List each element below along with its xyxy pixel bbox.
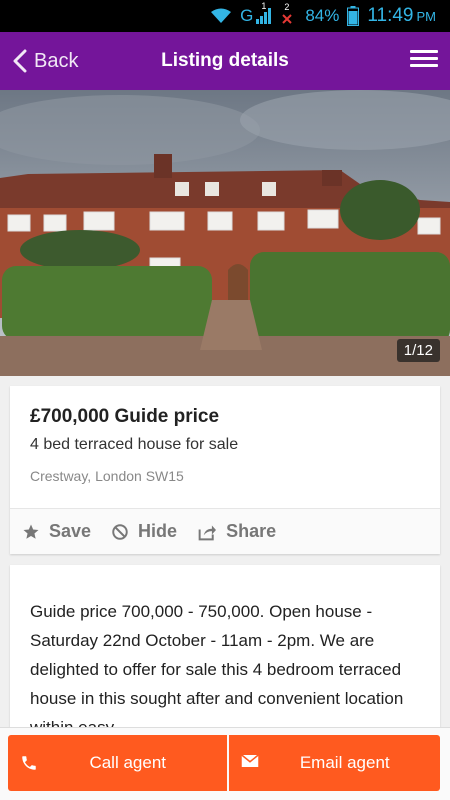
sim1-label: 1 (261, 1, 267, 11)
call-agent-button[interactable]: Call agent (8, 735, 228, 791)
hide-button[interactable]: Hide (111, 521, 177, 542)
network-type: G (240, 6, 254, 25)
share-label: Share (226, 521, 277, 541)
listing-type: 4 bed terraced house for sale (30, 436, 239, 453)
app-bar: Listing details Back (0, 32, 450, 90)
clock: 11:49 PM (367, 5, 436, 27)
star-icon (23, 524, 39, 539)
battery-percent: 84% (305, 6, 340, 25)
clock-ampm: PM (416, 8, 437, 24)
no-signal-icon: 2 (281, 2, 293, 24)
hide-label: Hide (138, 521, 178, 541)
menu-icon-bar (410, 57, 438, 60)
menu-icon-bar (410, 50, 438, 53)
menu-button[interactable] (410, 47, 438, 75)
battery-icon (347, 6, 360, 26)
phone-icon (22, 756, 36, 770)
save-label: Save (49, 521, 92, 541)
back-label: Back (34, 49, 79, 72)
wifi-icon (210, 8, 232, 24)
listing-actions: Save Hide Share (10, 508, 440, 554)
status-bar: G 1 2 84% 11:49 PM (0, 0, 450, 32)
back-button[interactable]: Back (0, 32, 110, 90)
photo-counter: 1/12 (396, 339, 440, 362)
contact-bar: Call agent Email agent (0, 727, 450, 800)
listing-summary-card: £700,000 Guide price 4 bed terraced hous… (10, 386, 440, 554)
envelope-icon (241, 754, 260, 767)
chevron-left-icon (13, 49, 27, 73)
call-agent-label: Call agent (89, 753, 167, 772)
share-button[interactable]: Share (197, 521, 276, 542)
house-image (0, 90, 450, 376)
block-icon (112, 523, 128, 540)
signal-icon: 1 (255, 1, 273, 25)
listing-description: Guide price 700,000 - 750,000. Open hous… (30, 602, 404, 737)
clock-time: 11:49 (367, 5, 414, 26)
listing-price: £700,000 Guide price (30, 406, 220, 427)
share-icon (198, 524, 217, 540)
listing-address: Crestway, London SW15 (30, 468, 184, 484)
email-agent-button[interactable]: Email agent (229, 735, 440, 791)
property-photo[interactable]: 1/12 (0, 90, 450, 376)
save-button[interactable]: Save (22, 521, 91, 542)
email-agent-label: Email agent (299, 753, 390, 772)
sim2-label: 2 (284, 2, 290, 12)
menu-icon-bar (410, 64, 438, 67)
